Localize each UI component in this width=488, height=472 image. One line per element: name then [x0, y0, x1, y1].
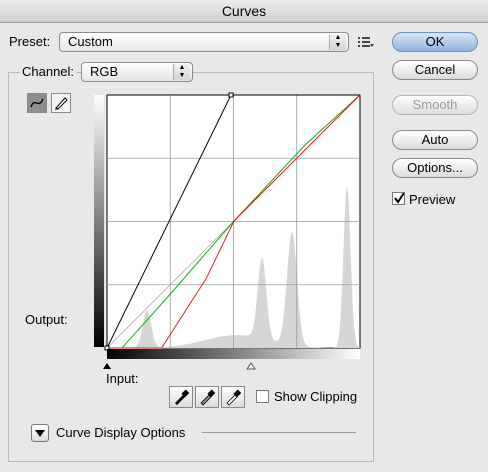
smooth-button[interactable]: Smooth [392, 95, 478, 115]
eyedropper-black-icon [175, 389, 190, 405]
gray-point-eyedropper[interactable] [195, 386, 219, 408]
curve-display-options-label: Curve Display Options [56, 425, 186, 440]
disclosure-triangle-icon [35, 430, 45, 437]
output-label: Output: [25, 312, 68, 327]
channel-value: RGB [90, 64, 119, 79]
show-clipping-checkbox[interactable] [256, 390, 269, 403]
curve-point-tool-button[interactable] [27, 93, 47, 113]
window-title: Curves [0, 0, 488, 23]
input-label: Input: [106, 371, 139, 386]
ok-button[interactable]: OK [392, 32, 478, 52]
options-button[interactable]: Options... [392, 158, 478, 178]
curves-graph[interactable] [94, 91, 374, 373]
output-gradient-bar [94, 95, 104, 347]
midtone-slider[interactable] [246, 362, 256, 370]
curve-tool-icon [30, 98, 44, 108]
black-point-slider[interactable] [103, 363, 111, 369]
eyedropper-white-icon [226, 389, 242, 406]
cancel-button[interactable]: Cancel [392, 60, 478, 80]
white-point-eyedropper[interactable] [221, 386, 245, 408]
pencil-icon [55, 97, 68, 110]
preview-checkbox[interactable] [392, 192, 405, 205]
eyedropper-gray-icon [200, 389, 216, 406]
input-gradient-bar [107, 349, 360, 359]
select-arrows-icon: ▲ ▼ [173, 64, 190, 80]
show-clipping-label: Show Clipping [274, 389, 358, 404]
separator-line [202, 432, 356, 433]
checkmark-icon [394, 193, 404, 204]
preset-value: Custom [68, 34, 113, 49]
pencil-tool-button[interactable] [51, 93, 71, 113]
preview-label: Preview [409, 192, 456, 207]
black-point-eyedropper[interactable] [169, 386, 193, 408]
preset-select[interactable]: Custom ▲ ▼ [59, 32, 349, 52]
auto-button[interactable]: Auto [392, 130, 478, 150]
preset-label: Preset: [9, 34, 51, 49]
curve-display-options-toggle[interactable] [31, 424, 49, 442]
select-arrows-icon: ▲ ▼ [329, 34, 346, 50]
channel-select[interactable]: RGB ▲ ▼ [81, 62, 193, 82]
curve-control-point[interactable] [228, 92, 234, 98]
preset-options-icon[interactable] [357, 34, 375, 50]
channel-label: Channel: [20, 64, 77, 79]
